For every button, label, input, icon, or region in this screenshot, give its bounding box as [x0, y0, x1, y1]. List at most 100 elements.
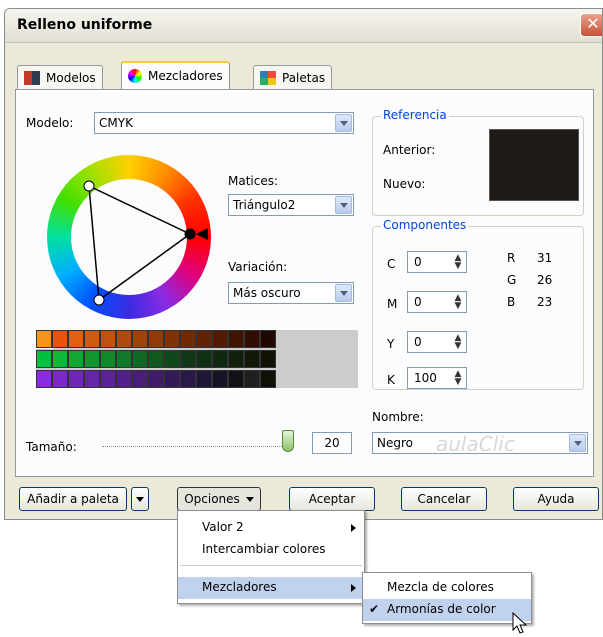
swatch-row[interactable] [36, 350, 276, 368]
color-swatch[interactable] [36, 370, 52, 388]
add-to-palette-dropdown[interactable] [131, 487, 149, 511]
color-swatch[interactable] [244, 350, 260, 368]
submenu-arrow-icon [351, 584, 356, 592]
color-swatch[interactable] [260, 330, 276, 348]
chevron-down-icon[interactable] [569, 434, 586, 452]
spin-arrows-icon[interactable]: ▲ ▼ [453, 254, 463, 271]
tab-models[interactable]: Modelos [17, 65, 103, 89]
color-swatch[interactable] [36, 350, 52, 368]
tab-mixers[interactable]: Mezcladores [121, 61, 230, 89]
cyan-input[interactable]: 0 ▲ ▼ [407, 251, 467, 273]
menu-item-swap-colors[interactable]: Intercambiar colores [178, 539, 364, 561]
color-swatch[interactable] [132, 370, 148, 388]
black-input[interactable]: 100 ▲ ▼ [407, 367, 467, 389]
color-swatch[interactable] [180, 370, 196, 388]
color-swatch[interactable] [35, 329, 53, 349]
color-swatch[interactable] [228, 330, 244, 348]
menu-item-value2[interactable]: Valor 2 [178, 517, 364, 539]
harmony-node[interactable] [93, 294, 105, 306]
color-swatch[interactable] [84, 350, 100, 368]
menu-item-label: Mezcla de colores [387, 580, 494, 594]
variation-select[interactable]: Más oscuro [228, 282, 354, 304]
cancel-label: Cancelar [417, 492, 471, 506]
submenu-item-color-harmonies[interactable]: ✔ Armonías de color [363, 599, 531, 621]
reference-color-swatch [489, 129, 579, 201]
reference-group: Referencia Anterior: Nuevo: [372, 108, 584, 216]
color-swatch[interactable] [132, 350, 148, 368]
color-swatch[interactable] [132, 330, 148, 348]
color-swatch[interactable] [148, 350, 164, 368]
color-swatch[interactable] [164, 350, 180, 368]
yellow-input[interactable]: 0 ▲ ▼ [407, 331, 467, 353]
tab-palettes[interactable]: Paletas [253, 65, 333, 89]
color-swatch[interactable] [52, 330, 68, 348]
menu-item-mixers[interactable]: Mezcladores [178, 577, 364, 599]
swatch-row[interactable] [35, 329, 276, 349]
menu-item-label: Intercambiar colores [202, 542, 326, 556]
size-slider-thumb[interactable] [282, 430, 294, 452]
chevron-down-icon[interactable] [335, 284, 352, 302]
color-swatch[interactable] [228, 370, 244, 388]
swatch-row[interactable] [36, 370, 276, 388]
color-swatch[interactable] [244, 330, 260, 348]
help-button[interactable]: Ayuda [513, 487, 599, 511]
cancel-button[interactable]: Cancelar [401, 487, 487, 511]
color-swatch[interactable] [180, 330, 196, 348]
name-label: Nombre: [372, 410, 424, 424]
mixers-panel: Modelo: CMYK Matices: Triángulo2 Variaci… [15, 89, 594, 477]
color-swatch[interactable] [100, 350, 116, 368]
color-swatch[interactable] [228, 350, 244, 368]
model-select[interactable]: CMYK [94, 112, 354, 134]
color-swatch[interactable] [164, 370, 180, 388]
mixers-submenu: Mezcla de colores ✔ Armonías de color [362, 572, 532, 624]
color-swatch[interactable] [212, 350, 228, 368]
add-to-palette-button[interactable]: Añadir a paleta [19, 487, 127, 511]
harmony-node[interactable] [83, 180, 95, 192]
size-input[interactable]: 20 [312, 432, 352, 454]
size-slider-track[interactable] [102, 446, 292, 447]
close-icon[interactable]: ✕ [580, 13, 602, 37]
chevron-down-icon[interactable] [335, 196, 352, 214]
color-swatch[interactable] [84, 330, 100, 348]
submenu-item-color-blend[interactable]: Mezcla de colores [363, 577, 531, 599]
swatch-grid[interactable] [35, 329, 358, 388]
color-swatch[interactable] [148, 330, 164, 348]
color-swatch[interactable] [100, 330, 116, 348]
spin-arrows-icon[interactable]: ▲ ▼ [453, 334, 463, 351]
add-to-palette-label: Añadir a paleta [27, 492, 119, 506]
color-swatch[interactable] [52, 350, 68, 368]
color-swatch[interactable] [68, 350, 84, 368]
color-swatch[interactable] [84, 370, 100, 388]
color-swatch[interactable] [148, 370, 164, 388]
color-swatch[interactable] [116, 350, 132, 368]
color-swatch[interactable] [212, 330, 228, 348]
color-swatch[interactable] [68, 370, 84, 388]
color-swatch[interactable] [68, 330, 84, 348]
color-swatch[interactable] [52, 370, 68, 388]
options-button[interactable]: Opciones [177, 487, 261, 511]
color-swatch[interactable] [212, 370, 228, 388]
harmony-node-selected[interactable] [184, 228, 196, 240]
red-value: 31 [537, 251, 553, 265]
color-swatch[interactable] [164, 330, 180, 348]
color-swatch[interactable] [260, 350, 276, 368]
spin-arrows-icon[interactable]: ▲ ▼ [453, 370, 463, 387]
color-swatch[interactable] [196, 350, 212, 368]
color-swatch[interactable] [196, 330, 212, 348]
magenta-value: 0 [414, 295, 422, 309]
color-swatch[interactable] [244, 370, 260, 388]
color-swatch[interactable] [196, 370, 212, 388]
color-swatch[interactable] [180, 350, 196, 368]
magenta-input[interactable]: 0 ▲ ▼ [407, 291, 467, 313]
spin-arrows-icon[interactable]: ▲ ▼ [453, 294, 463, 311]
chevron-down-icon[interactable] [335, 114, 352, 132]
hues-select[interactable]: Triángulo2 [228, 194, 354, 216]
color-swatch[interactable] [116, 330, 132, 348]
color-harmony-wheel[interactable] [44, 152, 214, 322]
cyan-label: C [387, 257, 396, 271]
color-swatch[interactable] [260, 370, 276, 388]
color-swatch[interactable] [100, 370, 116, 388]
palettes-icon [260, 70, 276, 85]
color-swatch[interactable] [116, 370, 132, 388]
accept-button[interactable]: Aceptar [289, 487, 375, 511]
